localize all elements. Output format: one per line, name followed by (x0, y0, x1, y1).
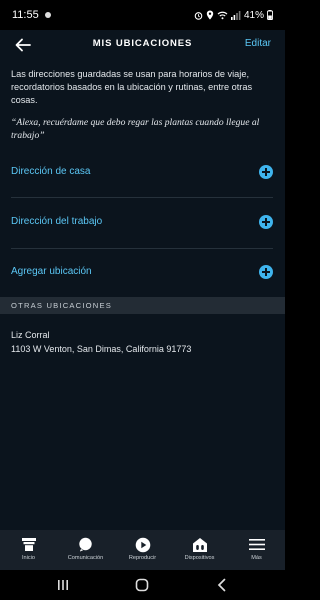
example-quote: “Alexa, recuérdame que debo regar las pl… (11, 117, 260, 141)
add-location-label: Agregar ubicación (11, 266, 92, 277)
home-address-label: Dirección de casa (11, 166, 91, 177)
status-time: 11:55 (12, 9, 39, 21)
bottom-nav: Inicio Comunicación Reproducir Dispositi… (0, 530, 285, 570)
nav-play[interactable]: Reproducir (114, 536, 171, 561)
home-address-row[interactable]: Dirección de casa (0, 148, 285, 198)
intro-text: Las direcciones guardadas se usan para h… (11, 69, 253, 105)
nav-more[interactable]: Más (228, 536, 285, 561)
nav-label: Más (251, 555, 262, 561)
work-address-label: Dirección del trabajo (11, 216, 103, 227)
alarm-icon (194, 11, 203, 20)
page-title: MIS UBICACIONES (92, 38, 193, 49)
other-locations-title: OTRAS UBICACIONES (11, 301, 112, 310)
other-locations-header: OTRAS UBICACIONES (0, 297, 285, 314)
saved-location-item[interactable]: Liz Corral 1103 W Venton, San Dimas, Cal… (11, 328, 191, 356)
work-address-row[interactable]: Dirección del trabajo (0, 198, 285, 248)
signal-icon (230, 10, 241, 20)
nav-label: Dispositivos (184, 555, 215, 561)
back-button-icon[interactable] (214, 577, 230, 593)
status-bar: 11:55 41% (0, 0, 285, 30)
battery-icon (267, 10, 273, 20)
devices-icon (192, 537, 207, 552)
nav-label: Inicio (21, 555, 36, 561)
wifi-icon (217, 11, 228, 19)
location-name: Liz Corral (11, 330, 50, 340)
add-circle-icon[interactable] (259, 165, 273, 179)
nav-label: Reproducir (128, 555, 157, 561)
location-icon (206, 10, 214, 20)
add-circle-icon[interactable] (259, 215, 273, 229)
nav-home[interactable]: Inicio (0, 536, 57, 561)
header: MIS UBICACIONES Editar (0, 30, 285, 60)
system-nav-bar (0, 570, 285, 600)
add-circle-icon[interactable] (259, 265, 273, 279)
edit-button[interactable]: Editar (245, 38, 271, 49)
play-icon (135, 537, 150, 552)
recent-apps-icon[interactable] (55, 577, 71, 593)
home-icon (21, 538, 36, 551)
chat-bubble-icon (79, 537, 92, 552)
nav-label: Comunicación (67, 555, 104, 561)
notification-dot-icon (44, 12, 51, 18)
add-location-row[interactable]: Agregar ubicación (0, 248, 285, 298)
app-screen: MIS UBICACIONES Editar Las direcciones g… (0, 30, 285, 530)
nav-communication[interactable]: Comunicación (57, 536, 114, 561)
location-address: 1103 W Venton, San Dimas, California 917… (11, 344, 192, 354)
nav-devices[interactable]: Dispositivos (171, 536, 228, 561)
menu-icon (248, 539, 265, 550)
home-button-icon[interactable] (134, 577, 150, 593)
battery-percent: 41% (243, 9, 264, 21)
